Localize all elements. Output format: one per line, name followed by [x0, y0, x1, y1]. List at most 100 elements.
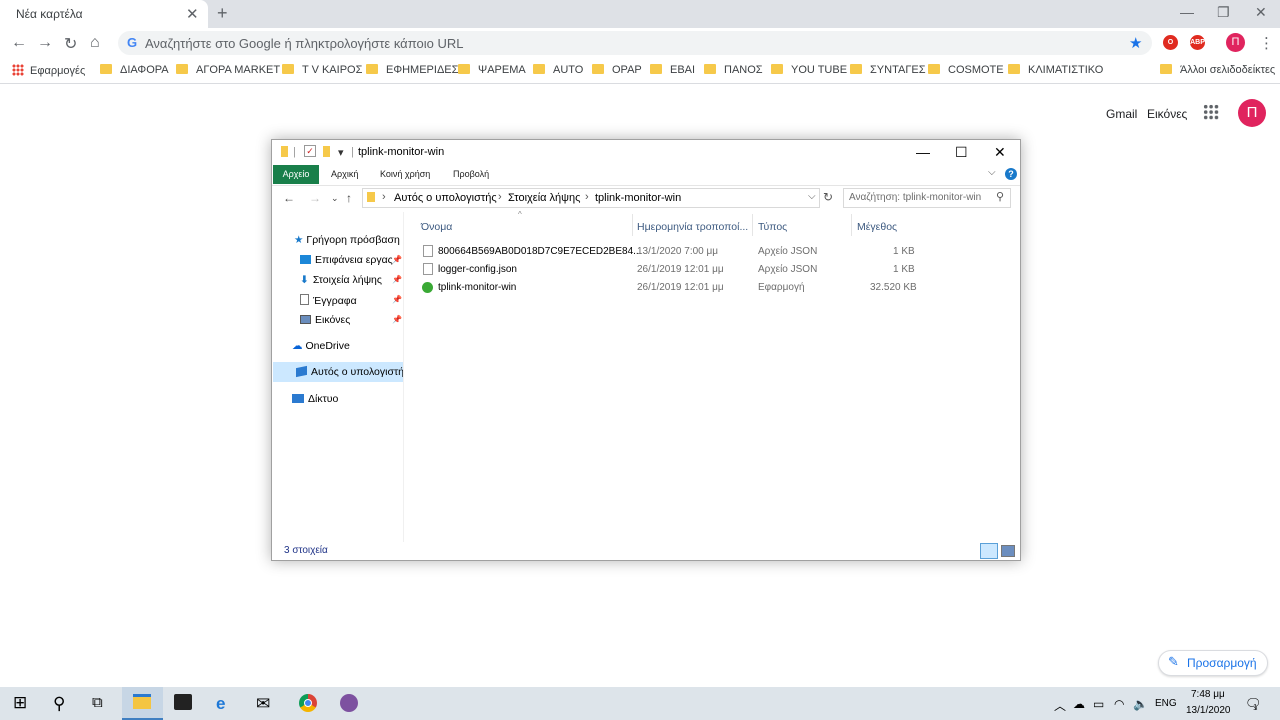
chrome-menu-icon[interactable]: ⋮ [1259, 34, 1274, 52]
breadcrumb-downloads[interactable]: Στοιχεία λήψης [508, 192, 580, 204]
show-hidden-icons[interactable]: ︿ [1054, 697, 1066, 714]
ribbon-tab-file[interactable]: Αρχείο [273, 165, 319, 184]
bookmark-item[interactable]: ΑΓΟΡΑ MARKET [176, 64, 280, 76]
sidebar-item-onedrive[interactable]: ☁ OneDrive [292, 340, 350, 352]
back-icon[interactable]: ← [11, 34, 27, 52]
volume-icon[interactable]: 🔈 [1133, 697, 1148, 711]
tab-title[interactable]: Νέα καρτέλα [16, 7, 83, 21]
pin-icon[interactable]: 📌 [392, 255, 402, 264]
gmail-link[interactable]: Gmail [1106, 107, 1137, 121]
ribbon-tab-view[interactable]: Προβολή [453, 169, 489, 179]
minimize-icon[interactable]: — [1180, 4, 1194, 20]
address-dropdown-icon[interactable]: ⌵ [808, 191, 816, 202]
bookmark-item[interactable]: ΨΑΡΕΜΑ [458, 64, 526, 76]
task-view-icon[interactable]: ⧉ [92, 694, 103, 711]
column-separator[interactable] [632, 214, 633, 236]
mail-icon[interactable]: ✉ [256, 694, 270, 714]
ribbon-expand-icon[interactable]: ⌵ [988, 167, 996, 178]
up-icon[interactable]: ↑ [346, 191, 352, 205]
bookmark-item[interactable]: ΚΛΙΜΑΤΙΣΤΙΚΟ [1008, 64, 1103, 76]
windows-start-icon[interactable]: ⊞ [13, 693, 27, 713]
minimize-icon[interactable]: — [916, 144, 930, 160]
bookmark-item[interactable]: COSMOTE [928, 64, 1004, 76]
quick-access-dropdown-icon[interactable]: ▾ [338, 146, 344, 159]
opera-ext-icon[interactable]: O [1163, 35, 1178, 50]
sidebar-item-documents[interactable]: Έγγραφα [300, 294, 357, 307]
bookmark-item[interactable]: YOU TUBE [771, 64, 847, 76]
bookmark-item[interactable]: ΔΙΑΦΟΡΑ [100, 64, 169, 76]
wifi-icon[interactable]: ◠ [1114, 697, 1124, 711]
sidebar-item-pictures[interactable]: Εικόνες [300, 314, 350, 326]
customize-label[interactable]: Προσαρμογή [1187, 656, 1257, 670]
bookmark-item[interactable]: T V ΚΑΙΡΟΣ [282, 64, 362, 76]
omnibox-placeholder[interactable]: Αναζητήστε στο Google ή πληκτρολογήστε κ… [145, 36, 463, 51]
column-separator[interactable] [851, 214, 852, 236]
recent-locations-icon[interactable]: ⌄ [331, 193, 339, 204]
search-icon[interactable]: ⚲ [996, 190, 1004, 203]
file-name[interactable]: logger-config.json [438, 264, 517, 275]
google-profile-avatar[interactable]: Π [1238, 99, 1266, 127]
column-header-date[interactable]: Ημερομηνία τροποποί... [637, 221, 748, 233]
help-icon[interactable]: ? [1005, 168, 1017, 180]
bookmark-item[interactable]: EBAI [650, 64, 695, 76]
breadcrumb-chevron-icon[interactable]: › [498, 191, 502, 203]
clock-date[interactable]: 13/1/2020 [1186, 705, 1231, 716]
column-header-name[interactable]: Όνομα [421, 221, 452, 233]
bookmark-item[interactable]: ΠΑΝΟΣ [704, 64, 763, 76]
breadcrumb-chevron-icon[interactable]: › [382, 191, 386, 203]
ribbon-tab-home[interactable]: Αρχική [331, 169, 358, 179]
back-icon[interactable]: ← [283, 191, 295, 205]
breadcrumb-chevron-icon[interactable]: › [585, 191, 589, 203]
pin-icon[interactable]: 📌 [392, 275, 402, 284]
breadcrumb-current[interactable]: tplink-monitor-win [595, 192, 681, 204]
sidebar-item-desktop[interactable]: Επιφάνεια εργας [300, 254, 393, 266]
new-folder-icon[interactable] [323, 146, 330, 157]
battery-icon[interactable]: ▭ [1093, 697, 1104, 711]
sidebar-item-downloads[interactable]: ⬇ Στοιχεία λήψης [300, 274, 382, 286]
bookmark-apps[interactable]: Εφαρμογές [12, 64, 85, 77]
bookmark-star-icon[interactable]: ★ [1129, 34, 1142, 52]
bookmark-item[interactable]: OPAP [592, 64, 642, 76]
input-language[interactable]: ENG [1155, 698, 1177, 709]
refresh-icon[interactable]: ↻ [823, 190, 833, 204]
images-link[interactable]: Εικόνες [1147, 107, 1187, 121]
column-header-type[interactable]: Τύπος [758, 221, 787, 233]
forward-icon[interactable]: → [309, 191, 321, 205]
edge-icon[interactable]: e [216, 694, 225, 714]
tab-close-icon[interactable]: ✕ [186, 5, 199, 23]
reload-icon[interactable]: ↻ [64, 34, 77, 54]
breadcrumb-this-pc[interactable]: Αυτός ο υπολογιστής [394, 192, 497, 204]
other-bookmarks[interactable]: Άλλοι σελιδοδείκτες [1160, 64, 1275, 76]
maximize-icon[interactable]: ☐ [955, 144, 968, 161]
viber-icon[interactable] [340, 694, 358, 712]
details-view-icon[interactable] [980, 543, 998, 559]
sidebar-item-quick-access[interactable]: ★ Γρήγορη πρόσβαση [294, 234, 400, 246]
onedrive-tray-icon[interactable]: ☁ [1073, 697, 1085, 711]
forward-icon[interactable]: → [37, 34, 53, 52]
google-apps-icon[interactable] [1203, 104, 1219, 120]
bookmark-item[interactable]: ΕΦΗΜΕΡΙΔΕΣ [366, 64, 458, 76]
new-tab-button[interactable]: + [217, 3, 228, 24]
bookmark-item[interactable]: AUTO [533, 64, 583, 76]
column-header-size[interactable]: Μέγεθος [857, 221, 897, 233]
pin-icon[interactable]: 📌 [392, 315, 402, 324]
bookmark-item[interactable]: ΣΥΝΤΑΓΕΣ [850, 64, 926, 76]
restore-icon[interactable]: ❐ [1217, 4, 1230, 21]
clock-time[interactable]: 7:48 μμ [1191, 689, 1225, 700]
adblock-plus-icon[interactable]: ABP [1190, 35, 1205, 50]
close-icon[interactable]: ✕ [994, 144, 1006, 161]
column-separator[interactable] [752, 214, 753, 236]
search-placeholder[interactable]: Αναζήτηση: tplink-monitor-win [849, 192, 981, 203]
large-icons-view-icon[interactable] [1001, 545, 1015, 557]
home-icon[interactable]: ⌂ [90, 34, 100, 52]
close-window-icon[interactable]: ✕ [1255, 4, 1267, 21]
profile-avatar[interactable]: Π [1226, 33, 1245, 52]
file-name[interactable]: tplink-monitor-win [438, 282, 516, 293]
store-icon[interactable] [174, 694, 192, 710]
properties-icon[interactable]: ✓ [304, 145, 316, 157]
sidebar-item-network[interactable]: Δίκτυο [292, 393, 338, 405]
search-icon[interactable]: ⚲ [53, 694, 65, 714]
ribbon-tab-share[interactable]: Κοινή χρήση [380, 169, 430, 179]
file-name[interactable]: 800664B569AB0D018D7C9E7ECED2BE84... [438, 246, 641, 257]
sidebar-item-this-pc[interactable]: Αυτός ο υπολογιστής [296, 362, 403, 382]
